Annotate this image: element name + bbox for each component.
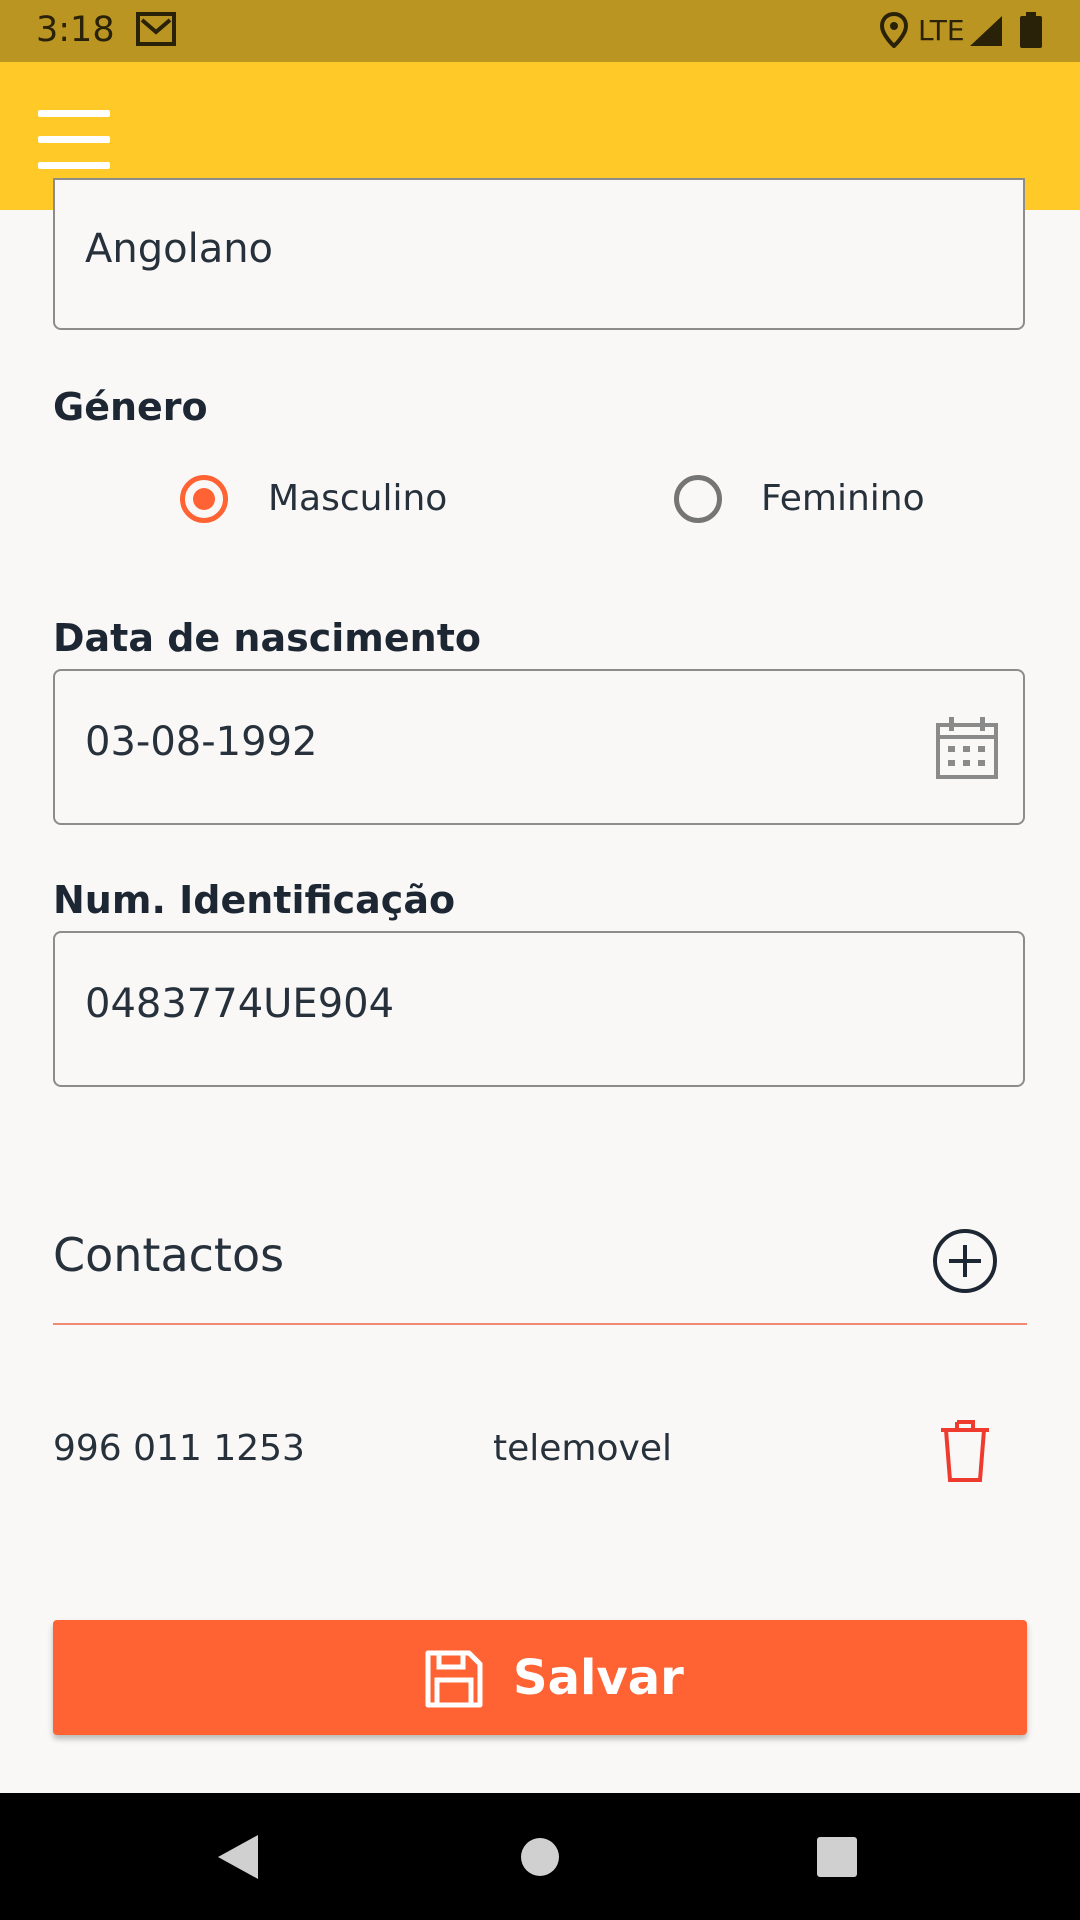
birth-date-label: Data de nascimento bbox=[53, 616, 481, 660]
contact-type: telemovel bbox=[493, 1428, 672, 1469]
status-time: 3:18 bbox=[36, 10, 115, 50]
battery-icon bbox=[1020, 12, 1042, 48]
signal-icon bbox=[970, 16, 1002, 46]
radio-label-feminino[interactable]: Feminino bbox=[761, 478, 925, 519]
id-number-value: 0483774UE904 bbox=[85, 981, 395, 1027]
home-icon[interactable] bbox=[520, 1837, 560, 1877]
gender-label: Género bbox=[53, 385, 208, 429]
status-bar: 3:18 LTE bbox=[0, 0, 1080, 62]
calendar-icon[interactable] bbox=[935, 715, 999, 781]
navigation-bar bbox=[0, 1793, 1080, 1920]
nationality-value: Angolano bbox=[85, 226, 274, 272]
network-type: LTE bbox=[918, 14, 965, 47]
radio-masculino[interactable] bbox=[180, 475, 228, 523]
radio-label-masculino[interactable]: Masculino bbox=[268, 478, 447, 519]
id-number-label: Num. Identificação bbox=[53, 878, 456, 922]
birth-date-field[interactable]: 03-08-1992 bbox=[53, 669, 1025, 825]
hamburger-menu-icon[interactable] bbox=[38, 110, 110, 170]
back-icon[interactable] bbox=[216, 1833, 260, 1881]
nationality-field[interactable]: Angolano bbox=[53, 178, 1025, 330]
contacts-divider bbox=[53, 1323, 1027, 1325]
gmail-icon bbox=[136, 12, 176, 46]
recents-icon[interactable] bbox=[817, 1837, 857, 1877]
contacts-title: Contactos bbox=[53, 1228, 285, 1282]
location-icon bbox=[880, 12, 908, 48]
id-number-field[interactable]: 0483774UE904 bbox=[53, 931, 1025, 1087]
birth-date-value: 03-08-1992 bbox=[85, 719, 318, 765]
radio-selected-dot bbox=[193, 488, 215, 510]
save-button[interactable]: Salvar bbox=[53, 1620, 1027, 1735]
floppy-disk-icon bbox=[425, 1650, 483, 1708]
save-label: Salvar bbox=[513, 1650, 684, 1706]
add-circle-icon[interactable] bbox=[932, 1228, 998, 1294]
contact-number: 996 011 1253 bbox=[53, 1428, 305, 1469]
trash-icon[interactable] bbox=[939, 1418, 991, 1484]
radio-feminino[interactable] bbox=[674, 475, 722, 523]
